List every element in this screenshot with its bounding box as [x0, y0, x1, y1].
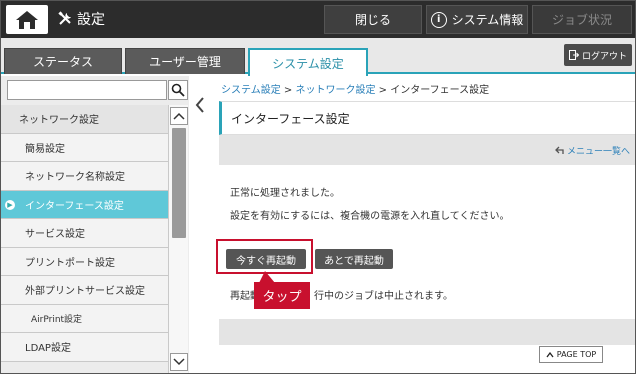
tap-callout: タップ: [254, 282, 310, 309]
search-input[interactable]: [7, 80, 167, 100]
page-top-label: PAGE TOP: [556, 350, 597, 359]
tab-system-settings[interactable]: システム設定: [248, 48, 368, 76]
home-icon: [16, 11, 38, 29]
sidebar-item-airprint[interactable]: AirPrint設定: [1, 304, 168, 333]
sidebar-scrollbar[interactable]: [168, 105, 188, 373]
sidebar-item-service-settings[interactable]: サービス設定: [1, 219, 168, 248]
sidebar-item-ldap[interactable]: LDAP設定: [1, 333, 168, 362]
scroll-thumb[interactable]: [172, 128, 186, 238]
tools-icon: [58, 11, 71, 25]
system-info-button[interactable]: i システム情報: [426, 5, 528, 34]
scroll-down-button[interactable]: [170, 353, 188, 371]
breadcrumb: システム設定 > ネットワーク設定 > インターフェース設定: [221, 81, 489, 96]
breadcrumb-system-settings[interactable]: システム設定: [221, 85, 281, 96]
menu-list-link[interactable]: メニュー一覧へ: [555, 144, 630, 157]
page-top-button[interactable]: PAGE TOP: [539, 346, 603, 363]
sidebar-item-easy-settings[interactable]: 簡易設定: [1, 133, 168, 162]
logout-icon: [568, 50, 579, 60]
app-frame: 設定 閉じる i システム情報 ジョブ状況 ステータス ユーザー管理 システム設…: [0, 0, 636, 374]
chevron-right-icon: ▶: [5, 199, 15, 210]
sidebar-menu: ネットワーク設定 簡易設定 ネットワーク名称設定 ▶ インターフェース設定 サー…: [1, 105, 168, 362]
home-button[interactable]: [6, 5, 48, 34]
sidebar-item-network-settings[interactable]: ネットワーク設定: [1, 105, 168, 134]
sidebar-item-interface-settings[interactable]: ▶ インターフェース設定: [1, 190, 168, 219]
logout-label: ログアウト: [581, 51, 627, 62]
sidebar: ネットワーク設定 簡易設定 ネットワーク名称設定 ▶ インターフェース設定 サー…: [1, 76, 189, 373]
search-icon: [171, 83, 185, 97]
footer-band: [219, 319, 635, 345]
system-info-label: システム情報: [451, 13, 524, 27]
info-icon: i: [430, 11, 447, 28]
search-button[interactable]: [168, 80, 188, 100]
close-button[interactable]: 閉じる: [324, 5, 422, 34]
sidebar-item-print-port[interactable]: プリントポート設定: [1, 247, 168, 276]
scroll-up-button[interactable]: [170, 107, 188, 125]
page-title: インターフェース設定: [219, 101, 635, 135]
warning-text-end: 行中のジョブは中止されます。: [314, 291, 453, 302]
settings-title: 設定: [57, 7, 105, 31]
job-status-button[interactable]: ジョブ状況: [532, 5, 632, 34]
tab-row: ステータス ユーザー管理 システム設定 ログアウト: [1, 38, 635, 76]
back-arrow-icon: [555, 146, 564, 154]
top-bar: 設定 閉じる i システム情報 ジョブ状況: [1, 1, 635, 38]
logout-button[interactable]: ログアウト: [564, 44, 632, 66]
chevron-left-icon: [195, 97, 204, 113]
collapse-sidebar-button[interactable]: [193, 95, 207, 115]
breadcrumb-separator: >: [280, 85, 296, 96]
breadcrumb-separator: >: [375, 85, 391, 96]
menu-list-label: メニュー一覧へ: [567, 147, 631, 157]
sidebar-item-network-name[interactable]: ネットワーク名称設定: [1, 162, 168, 191]
chevron-up-icon: [173, 112, 185, 120]
triangle-up-icon: [546, 351, 554, 357]
restart-later-button[interactable]: あとで再起動: [315, 249, 393, 269]
breadcrumb-current: インターフェース設定: [390, 85, 490, 96]
highlight-box: [216, 239, 313, 274]
sidebar-item-external-print[interactable]: 外部プリントサービス設定: [1, 276, 168, 305]
chevron-down-icon: [173, 358, 185, 366]
breadcrumb-network-settings[interactable]: ネットワーク設定: [295, 85, 375, 96]
tab-user-management[interactable]: ユーザー管理: [125, 48, 245, 74]
sidebar-item-label: インターフェース設定: [25, 200, 124, 212]
restart-notice: 設定を有効にするには、複合機の電源を入れ直してください。: [230, 211, 510, 222]
tab-status[interactable]: ステータス: [4, 48, 122, 74]
settings-title-text: 設定: [77, 12, 105, 28]
success-message: 正常に処理されました。: [230, 188, 340, 199]
